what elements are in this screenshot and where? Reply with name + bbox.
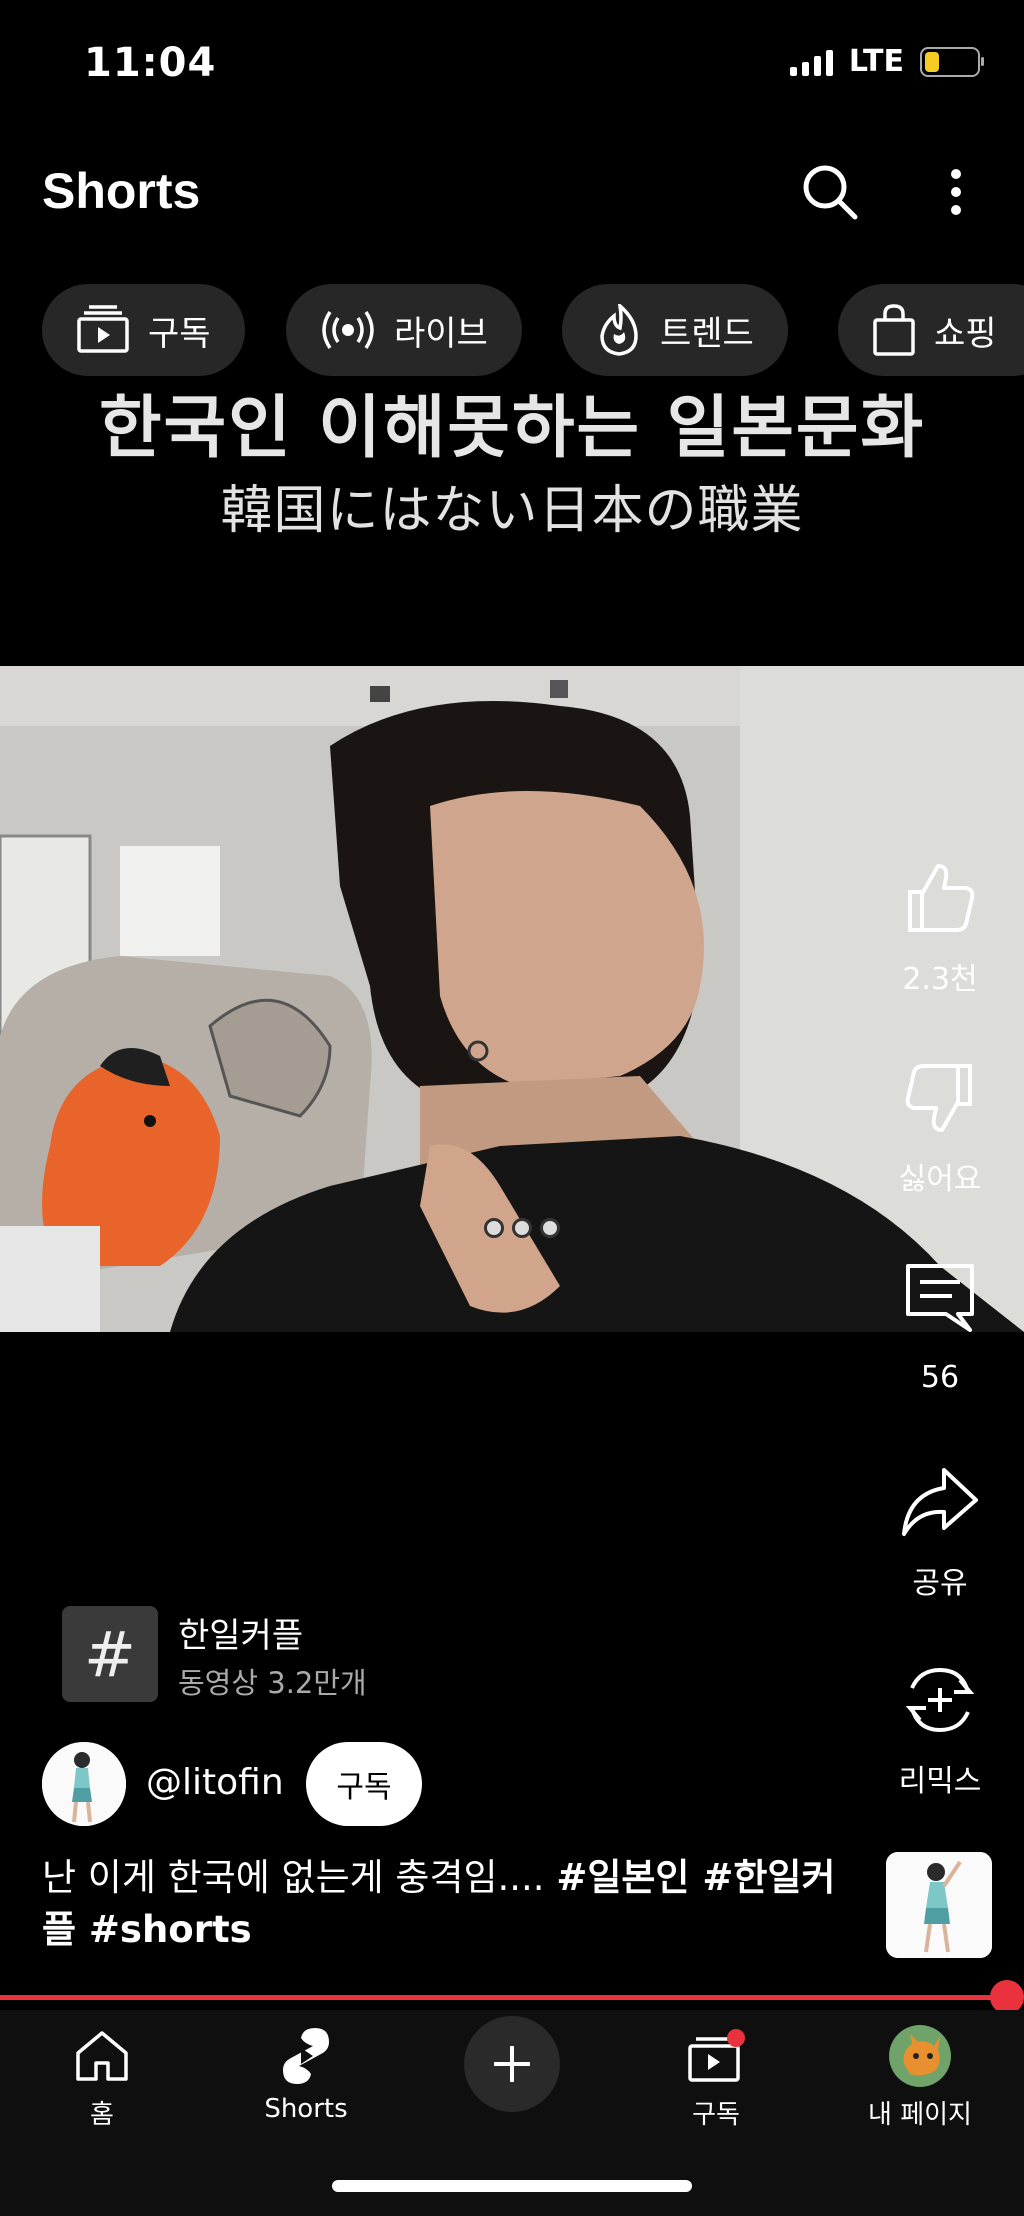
nav-subscriptions[interactable]: 구독: [636, 2014, 796, 2131]
plus-icon: [494, 2046, 530, 2082]
like-button[interactable]: 2.3천: [888, 860, 992, 998]
chip-label: 트렌드: [660, 313, 754, 354]
status-indicators: LTE: [789, 44, 984, 79]
nav-home[interactable]: 홈: [22, 2014, 182, 2131]
chip-label: 쇼핑: [934, 313, 997, 354]
dislike-label: 싫어요: [898, 1162, 982, 1197]
like-count: 2.3천: [902, 962, 978, 997]
nav-shorts[interactable]: Shorts: [226, 2014, 386, 2124]
nav-profile-label: 내 페이지: [868, 2100, 972, 2130]
chip-shopping[interactable]: 쇼핑: [838, 284, 1024, 376]
chip-trending[interactable]: 트렌드: [562, 284, 788, 376]
nav-profile[interactable]: 내 페이지: [840, 2014, 1000, 2131]
description-text: 난 이게 한국에 없는게 충격임....: [42, 1856, 557, 1899]
nav-home-label: 홈: [90, 2100, 114, 2130]
page-title: Shorts: [42, 163, 201, 219]
status-time: 11:04: [84, 40, 217, 86]
subscriptions-icon: [688, 2029, 745, 2082]
nav-shorts-label: Shorts: [264, 2094, 348, 2124]
home-icon: [76, 2031, 128, 2081]
notification-dot: [727, 2029, 745, 2047]
more-vert-icon[interactable]: [934, 160, 978, 224]
chip-label: 구독: [148, 313, 211, 354]
progress-scrubber-handle[interactable]: [990, 1980, 1024, 2014]
share-label: 공유: [912, 1566, 968, 1601]
search-icon[interactable]: [798, 160, 862, 224]
video-loading-dots: [484, 1218, 560, 1238]
hashtag-video-count: 동영상 3.2만개: [178, 1666, 367, 1700]
remix-icon: [905, 1667, 975, 1733]
share-button[interactable]: 공유: [888, 1464, 992, 1602]
nav-subscriptions-label: 구독: [692, 2100, 740, 2130]
video-caption-japanese: 韓国にはない日本の職業: [220, 481, 804, 541]
battery-icon: [920, 46, 984, 77]
chip-subscriptions[interactable]: 구독: [42, 284, 245, 376]
share-icon: [902, 1468, 978, 1536]
trending-icon: [600, 304, 638, 356]
channel-avatar[interactable]: [42, 1742, 126, 1826]
comments-button[interactable]: 56: [888, 1262, 992, 1395]
subscriptions-icon: [77, 305, 129, 353]
video-caption-korean: 한국인 이해못하는 일본문화: [98, 389, 926, 468]
signal-icon: [789, 48, 833, 76]
thumb-down-icon: [905, 1064, 972, 1132]
subscribe-button[interactable]: 구독: [306, 1742, 422, 1826]
video-description[interactable]: 난 이게 한국에 없는게 충격임.... #일본인 #한일커플 #shorts: [42, 1852, 842, 1956]
hashtag-name[interactable]: 한일커플: [178, 1608, 303, 1657]
dislike-button[interactable]: 싫어요: [888, 1060, 992, 1198]
comment-count: 56: [920, 1360, 960, 1395]
hashtag-icon[interactable]: #: [62, 1606, 158, 1702]
remix-button[interactable]: 리믹스: [888, 1662, 992, 1800]
profile-avatar-icon: [889, 2025, 951, 2087]
comment-icon: [906, 1264, 974, 1332]
chip-live[interactable]: 라이브: [286, 284, 522, 376]
chip-label: 라이브: [394, 313, 488, 354]
shorts-icon: [283, 2028, 329, 2084]
network-label: LTE: [848, 44, 904, 79]
remix-label: 리믹스: [898, 1764, 982, 1799]
shopping-bag-icon: [873, 304, 915, 356]
create-button[interactable]: [464, 2016, 560, 2112]
live-icon: [322, 311, 374, 349]
home-indicator: [332, 2180, 692, 2192]
channel-handle[interactable]: @litofin: [146, 1762, 284, 1803]
thumb-up-icon: [908, 864, 975, 932]
sound-thumbnail[interactable]: [886, 1852, 992, 1958]
video-progress-bar[interactable]: [0, 1995, 1009, 2000]
